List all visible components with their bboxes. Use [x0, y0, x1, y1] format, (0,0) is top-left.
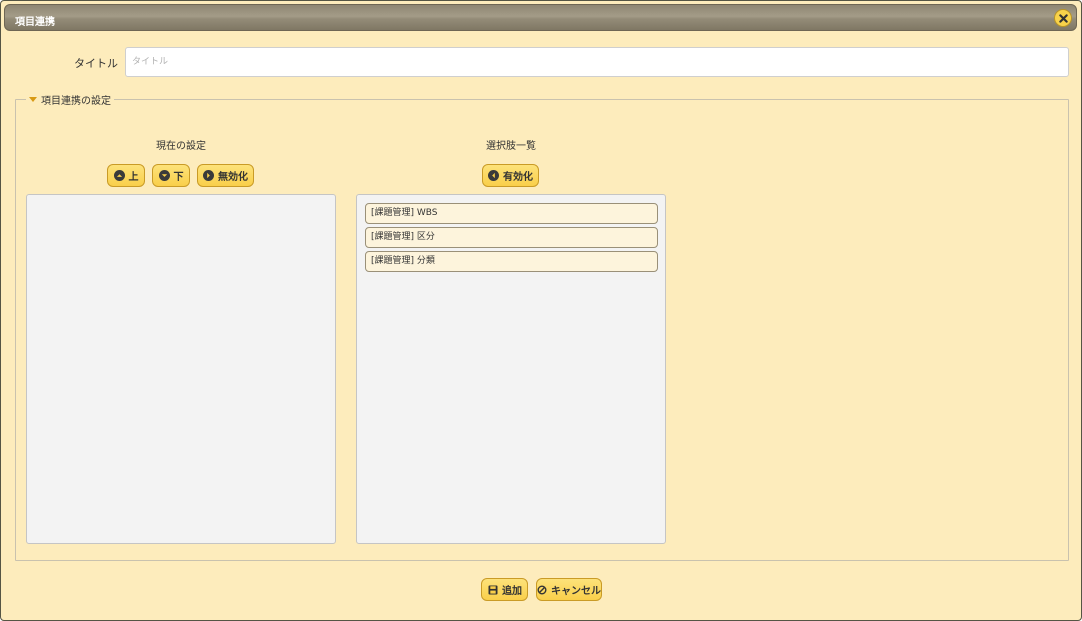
chevron-left-circle-icon: [488, 170, 499, 181]
chevron-down-circle-icon: [158, 170, 170, 181]
title-row: タイトル: [1, 47, 1081, 77]
disable-label: 無効化: [218, 172, 248, 183]
link-settings-legend-label: 項目連携の設定: [41, 96, 111, 107]
ban-icon: [537, 585, 547, 595]
move-down-label: 下: [173, 172, 184, 183]
list-item[interactable]: [課題管理] WBS: [365, 203, 658, 224]
close-button[interactable]: [1054, 9, 1072, 27]
add-button[interactable]: 追加: [481, 578, 528, 601]
close-icon: [1058, 13, 1068, 23]
move-up-label: 上: [128, 172, 139, 183]
link-settings-group: 項目連携の設定 現在の設定 上 下 無効化 選択肢一覧 有効化 [課題管理] W…: [15, 92, 1069, 561]
add-label: 追加: [502, 586, 522, 597]
list-item[interactable]: [課題管理] 分類: [365, 251, 658, 272]
chevron-right-circle-icon: [203, 170, 214, 181]
collapse-triangle-icon[interactable]: [29, 97, 37, 102]
cancel-button[interactable]: キャンセル: [536, 578, 602, 601]
dialog-titlebar[interactable]: 項目連携: [4, 4, 1077, 31]
move-down-button[interactable]: 下: [152, 164, 190, 187]
enable-button[interactable]: 有効化: [482, 164, 539, 187]
options-list[interactable]: [課題管理] WBS [課題管理] 区分 [課題管理] 分類: [356, 194, 666, 544]
current-settings-heading: 現在の設定: [156, 141, 206, 152]
chevron-up-circle-icon: [113, 170, 125, 181]
link-settings-legend[interactable]: 項目連携の設定: [26, 92, 114, 107]
cancel-label: キャンセル: [551, 586, 601, 597]
title-input[interactable]: [125, 47, 1069, 77]
list-item[interactable]: [課題管理] 区分: [365, 227, 658, 248]
current-settings-list[interactable]: [26, 194, 336, 544]
dialog-title: 項目連携: [15, 17, 55, 28]
dialog: 項目連携 タイトル 項目連携の設定 現在の設定 上 下: [0, 0, 1082, 621]
save-icon: [487, 584, 498, 595]
move-up-button[interactable]: 上: [107, 164, 145, 187]
options-heading: 選択肢一覧: [486, 141, 536, 152]
disable-button[interactable]: 無効化: [197, 164, 254, 187]
enable-label: 有効化: [503, 172, 533, 183]
title-label: タイトル: [74, 57, 118, 70]
